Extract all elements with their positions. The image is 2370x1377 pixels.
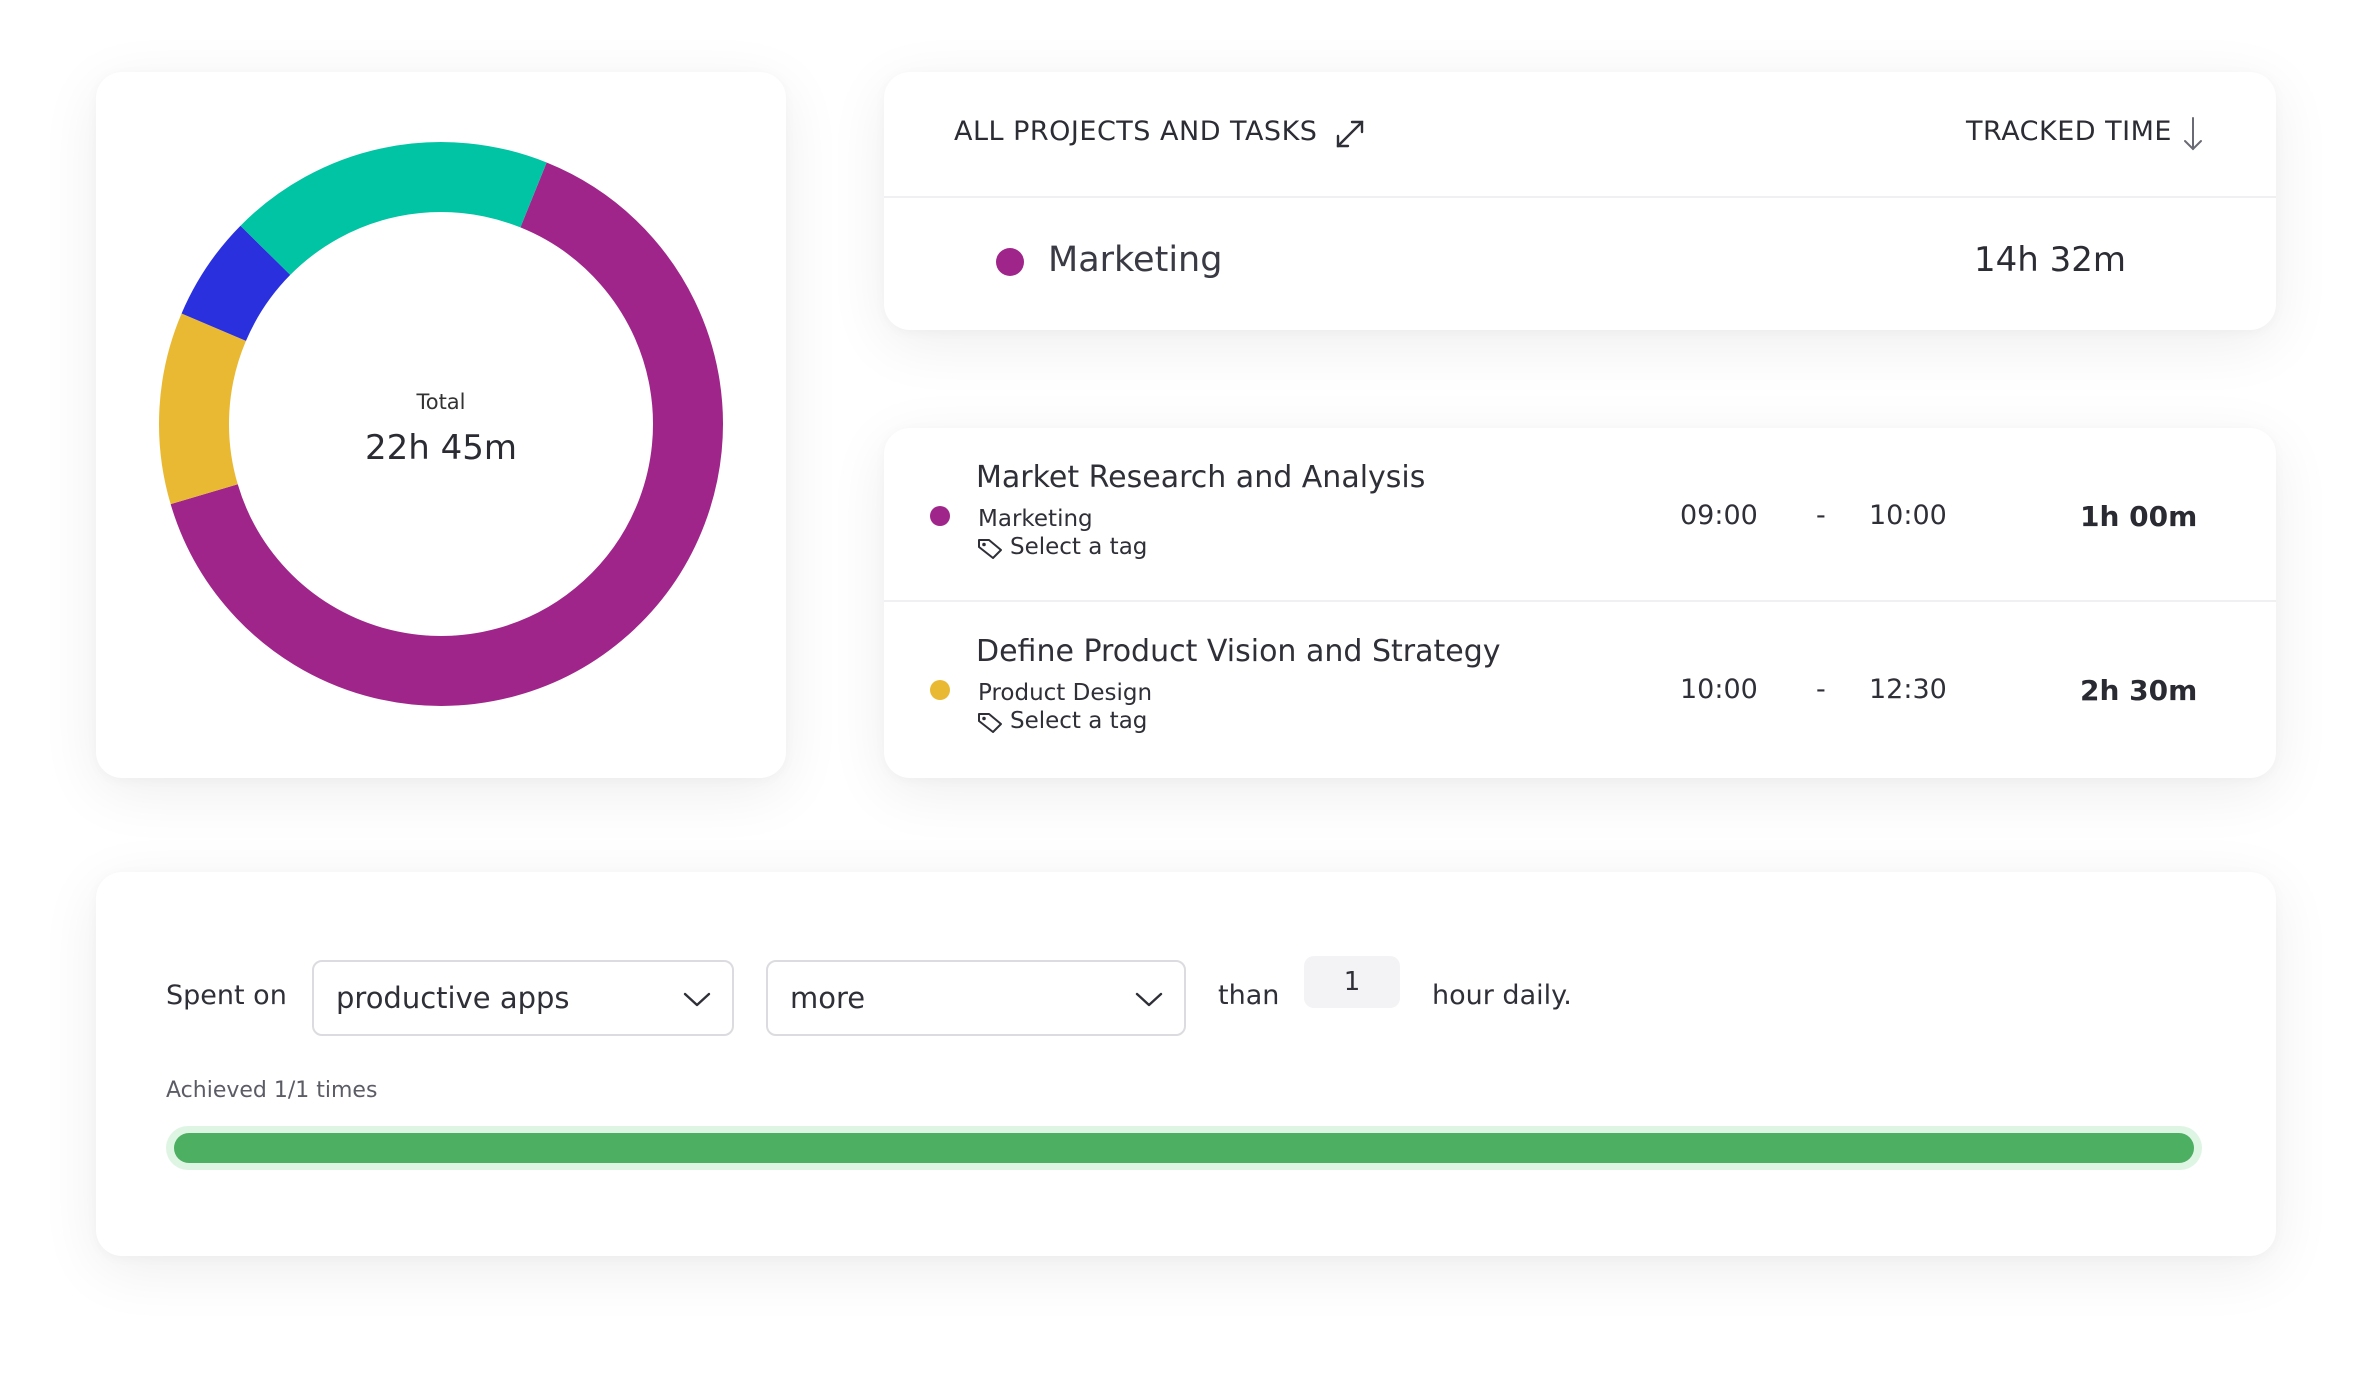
achieved-text: Achieved 1/1 times [166,1078,378,1103]
entry-project-dot [930,680,950,700]
tag-icon[interactable] [976,710,1004,734]
expand-icon[interactable] [1330,114,1370,154]
entry-time-separator: - [1816,500,1826,531]
unit-label: hour daily. [1432,980,1572,1011]
entry-end-time[interactable]: 10:00 [1869,500,1947,531]
entry-duration: 2h 30m [2080,674,2198,707]
tracked-time-header[interactable]: TRACKED TIME [1966,116,2172,147]
total-time-donut-card: Total 22h 45m [96,72,786,778]
entry-start-time[interactable]: 10:00 [1680,674,1758,705]
comparison-select-value: more [790,981,866,1015]
time-entries-card: Market Research and Analysis Marketing S… [884,428,2276,778]
entry-project[interactable]: Product Design [978,680,1152,706]
category-select-value: productive apps [336,981,570,1015]
entry-end-time[interactable]: 12:30 [1869,674,1947,705]
select-tag-link[interactable]: Select a tag [1010,708,1147,734]
donut-total-value: 22h 45m [364,428,517,468]
entry-project[interactable]: Marketing [978,506,1093,532]
arrow-down-icon[interactable] [2180,116,2206,152]
spent-on-label: Spent on [166,980,287,1011]
goal-progress-fill [174,1133,2194,1163]
entry-duration: 1h 00m [2080,500,2198,533]
all-projects-header[interactable]: ALL PROJECTS AND TASKS [954,116,1317,147]
donut-total-label: Total [416,390,466,414]
time-entry-row[interactable]: Market Research and Analysis Marketing S… [884,428,2276,600]
entry-project-dot [930,506,950,526]
entry-start-time[interactable]: 09:00 [1680,500,1758,531]
projects-summary-card: ALL PROJECTS AND TASKS TRACKED TIME Mark… [884,72,2276,330]
donut-segment-3[interactable] [240,142,547,276]
donut-segment-2[interactable] [181,225,291,342]
entry-time-separator: - [1816,674,1826,705]
project-name[interactable]: Marketing [1048,240,1222,280]
entry-title[interactable]: Market Research and Analysis [976,460,1425,495]
chevron-down-icon [1135,992,1163,1007]
hours-input[interactable]: 1 [1304,956,1400,1008]
summary-header: ALL PROJECTS AND TASKS TRACKED TIME [884,72,2276,198]
hours-input-value: 1 [1343,967,1361,997]
goal-card: Spent on productive apps more than 1 hou… [96,872,2276,1256]
donut-chart [159,142,723,706]
project-color-dot [996,248,1024,276]
than-label: than [1218,980,1280,1011]
chevron-down-icon [683,992,711,1007]
comparison-select[interactable]: more [766,960,1186,1036]
dashboard: Total 22h 45m ALL PROJECTS AND TASKS TRA… [0,0,2370,1377]
entry-title[interactable]: Define Product Vision and Strategy [976,634,1501,669]
tag-icon[interactable] [976,536,1004,560]
goal-progress-bar [166,1126,2202,1170]
category-select[interactable]: productive apps [312,960,734,1036]
time-entry-row[interactable]: Define Product Vision and Strategy Produ… [884,600,2276,778]
select-tag-link[interactable]: Select a tag [1010,534,1147,560]
project-tracked-time: 14h 32m [1974,240,2127,280]
